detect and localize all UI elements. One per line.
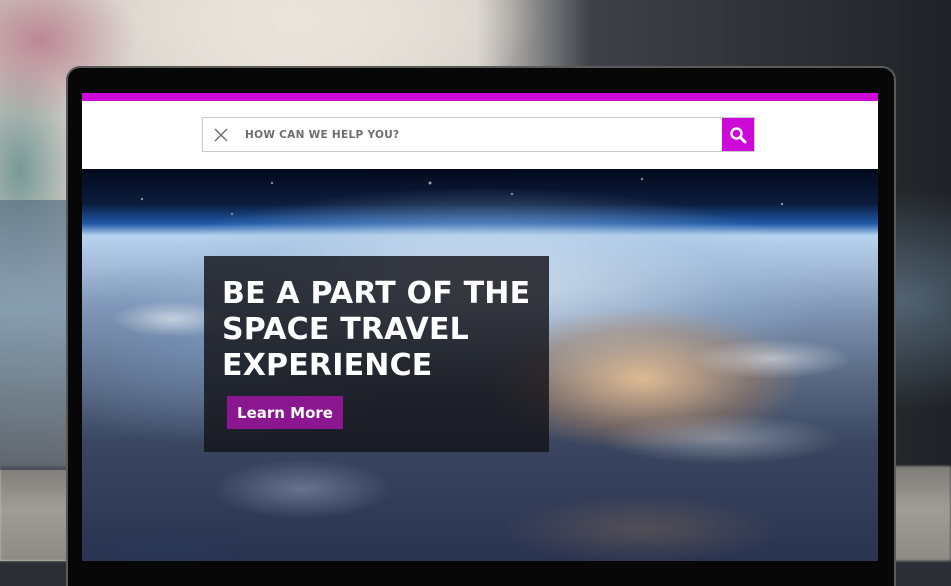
close-icon <box>214 128 228 141</box>
window-light <box>0 200 68 470</box>
hero-banner: BE A PART OF THE SPACE TRAVEL EXPERIENCE… <box>82 169 878 561</box>
laptop-screen: BE A PART OF THE SPACE TRAVEL EXPERIENCE… <box>82 93 878 561</box>
hero-card: BE A PART OF THE SPACE TRAVEL EXPERIENCE… <box>204 256 549 452</box>
clear-search-button[interactable] <box>205 118 237 151</box>
search-button[interactable] <box>722 118 754 151</box>
search-icon <box>730 126 747 143</box>
hero-title: BE A PART OF THE SPACE TRAVEL EXPERIENCE <box>222 276 531 383</box>
search-bar <box>202 117 755 152</box>
stars-decoration <box>82 169 878 229</box>
search-input[interactable] <box>237 118 722 151</box>
learn-more-button[interactable]: Learn More <box>227 396 343 429</box>
top-accent-bar <box>82 93 878 101</box>
site-header <box>82 101 878 169</box>
